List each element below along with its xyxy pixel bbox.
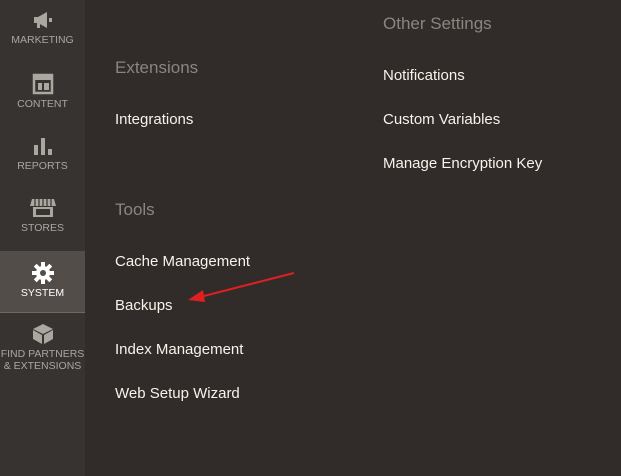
layout-icon	[31, 72, 55, 96]
storefront-icon	[29, 196, 56, 220]
link-manage-encryption-key[interactable]: Manage Encryption Key	[383, 155, 542, 172]
nav-system[interactable]: SYSTEM	[0, 251, 85, 313]
admin-sidebar: MARKETING CONTENT REPORTS STORES SYSTEM …	[0, 0, 85, 476]
nav-marketing[interactable]: MARKETING	[0, 8, 85, 66]
link-backups[interactable]: Backups	[115, 297, 173, 314]
section-title-extensions: Extensions	[115, 58, 199, 77]
link-notifications[interactable]: Notifications	[383, 67, 465, 84]
nav-stores[interactable]: STORES	[0, 196, 85, 254]
nav-content[interactable]: CONTENT	[0, 72, 85, 130]
section-title-other-settings: Other Settings	[383, 14, 492, 33]
gear-icon	[31, 261, 55, 285]
link-cache-management[interactable]: Cache Management	[115, 253, 250, 270]
nav-system-divider	[0, 312, 85, 313]
nav-marketing-label: MARKETING	[11, 34, 74, 46]
nav-content-label: CONTENT	[17, 98, 68, 110]
nav-find-partners[interactable]: FIND PARTNERS & EXTENSIONS	[0, 322, 85, 380]
nav-reports-label: REPORTS	[17, 160, 68, 172]
link-integrations[interactable]: Integrations	[115, 111, 193, 128]
link-custom-variables[interactable]: Custom Variables	[383, 111, 500, 128]
link-index-management[interactable]: Index Management	[115, 341, 243, 358]
nav-reports[interactable]: REPORTS	[0, 134, 85, 192]
section-title-tools: Tools	[115, 200, 155, 219]
system-menu-panel: Extensions Integrations Tools Cache Mana…	[85, 0, 621, 476]
box-icon	[31, 322, 55, 346]
bar-chart-icon	[31, 134, 55, 158]
nav-find-partners-label: FIND PARTNERS & EXTENSIONS	[0, 348, 85, 372]
nav-system-label: SYSTEM	[20, 287, 65, 299]
megaphone-icon	[31, 8, 55, 32]
link-web-setup-wizard[interactable]: Web Setup Wizard	[115, 385, 240, 402]
nav-stores-label: STORES	[21, 222, 64, 234]
